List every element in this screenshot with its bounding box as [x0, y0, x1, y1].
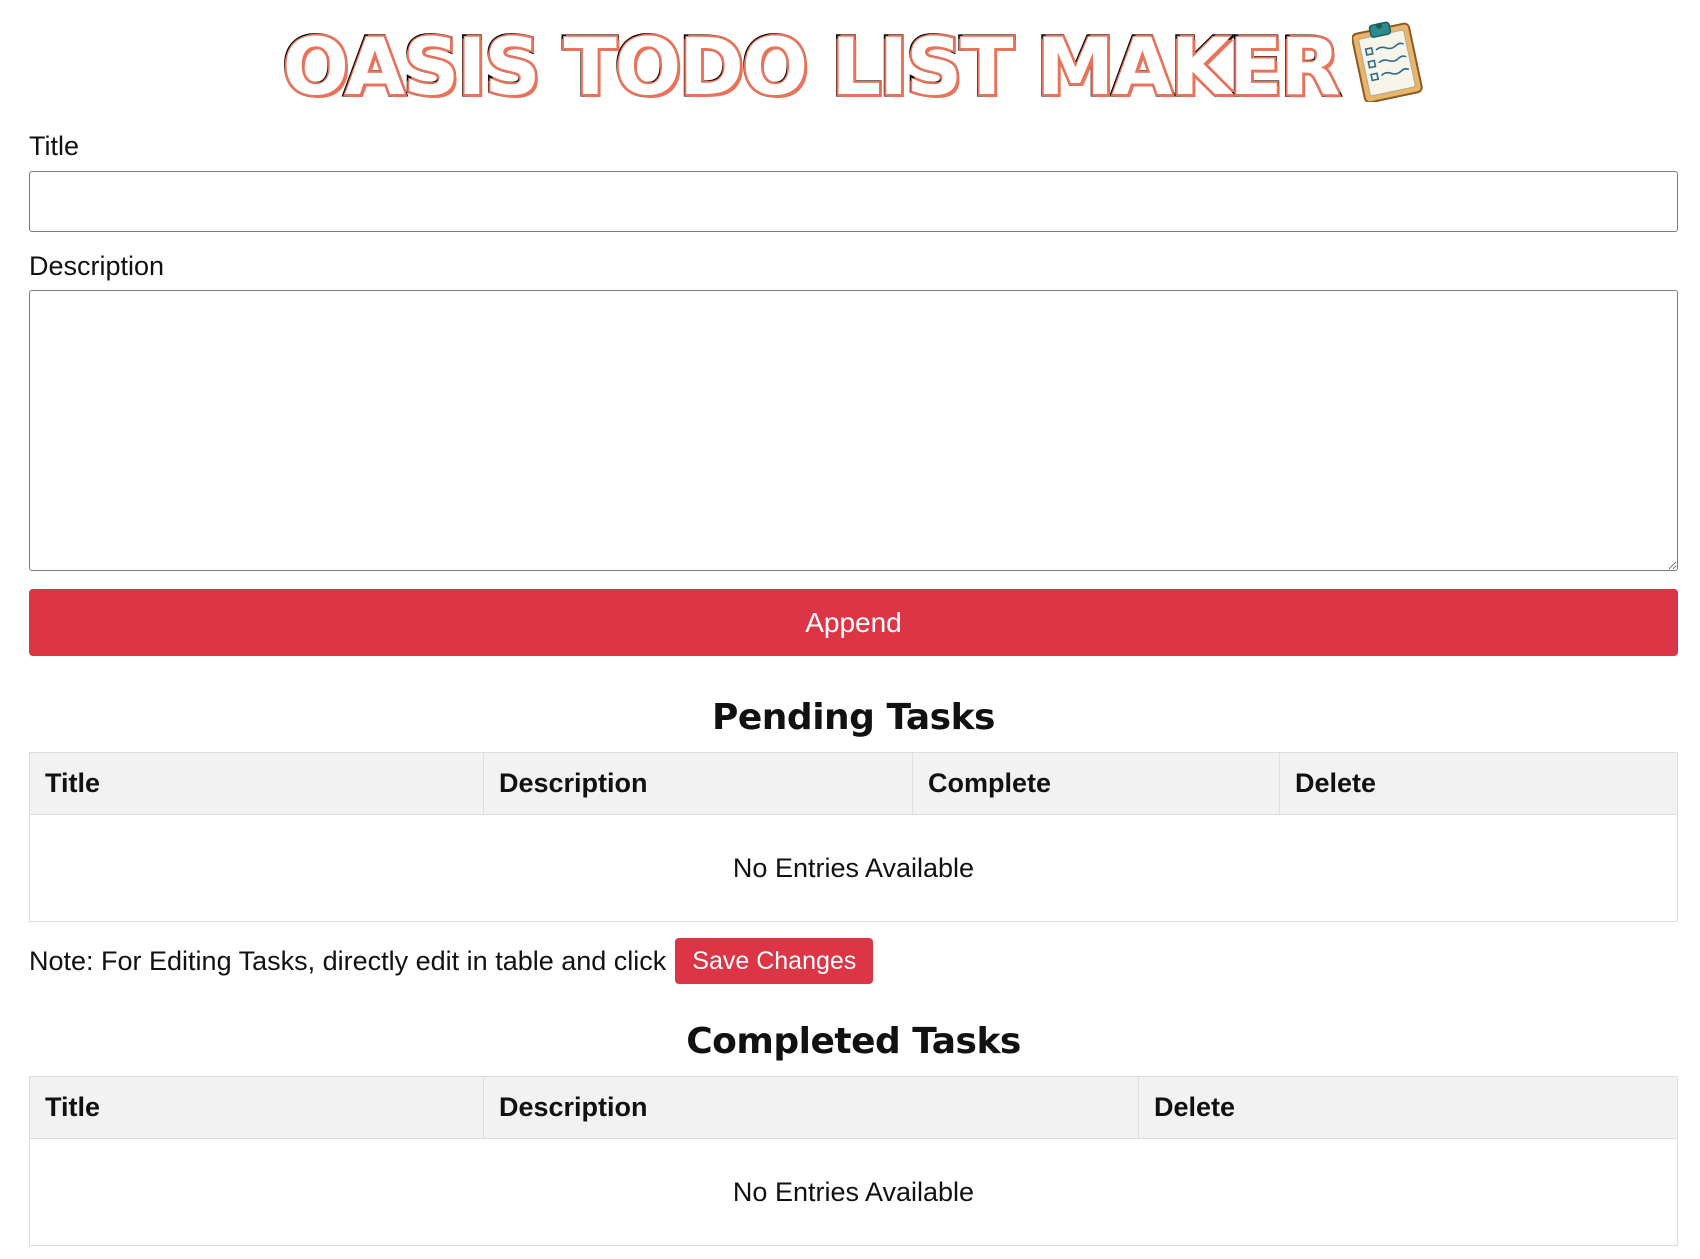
pending-tasks-heading: Pending Tasks	[712, 697, 995, 738]
completed-col-description: Description	[483, 1076, 1139, 1139]
completed-header-row: Title Description Delete	[29, 1076, 1678, 1139]
app-title: OASIS TODO LIST MAKER	[280, 23, 1343, 113]
edit-note-text: Note: For Editing Tasks, directly edit i…	[29, 945, 667, 976]
completed-empty-row: No Entries Available	[29, 1138, 1678, 1246]
description-label: Description	[29, 251, 165, 281]
completed-col-delete: Delete	[1138, 1076, 1678, 1139]
completed-tasks-heading: Completed Tasks	[686, 1021, 1021, 1062]
completed-empty-message: No Entries Available	[29, 1138, 1678, 1246]
app-header: OASIS TODO LIST MAKER	[29, 0, 1678, 128]
page: OASIS TODO LIST MAKER Title Description	[29, 0, 1678, 1246]
pending-col-title: Title	[29, 752, 484, 815]
pending-header-row: Title Description Complete Delete	[29, 752, 1678, 815]
pending-empty-row: No Entries Available	[29, 814, 1678, 922]
completed-tasks-table: Title Description Delete No Entries Avai…	[29, 1076, 1678, 1246]
title-input[interactable]	[29, 171, 1678, 232]
pending-tasks-table: Title Description Complete Delete No Ent…	[29, 752, 1678, 922]
pending-col-description: Description	[483, 752, 913, 815]
edit-note: Note: For Editing Tasks, directly edit i…	[29, 938, 1678, 984]
pending-empty-message: No Entries Available	[29, 814, 1678, 922]
pending-col-complete: Complete	[912, 752, 1280, 815]
pending-col-delete: Delete	[1279, 752, 1678, 815]
save-changes-button[interactable]: Save Changes	[675, 938, 874, 984]
clipboard-icon	[1351, 18, 1424, 104]
title-label: Title	[29, 131, 80, 161]
completed-col-title: Title	[29, 1076, 484, 1139]
append-button[interactable]: Append	[29, 589, 1678, 656]
description-textarea[interactable]	[29, 290, 1678, 571]
